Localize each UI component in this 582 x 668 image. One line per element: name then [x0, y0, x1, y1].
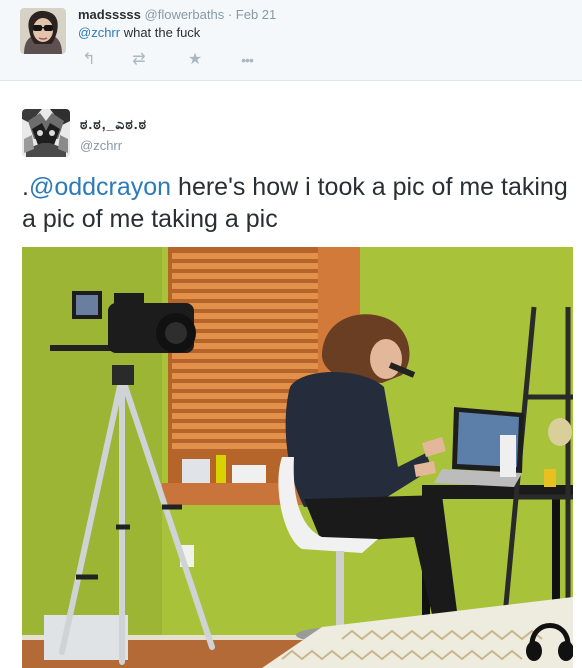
- reply-author-handle[interactable]: @flowerbaths: [145, 7, 225, 22]
- main-tweet-text: .@oddcrayon here's how i took a pic of m…: [22, 171, 570, 235]
- reply-author-avatar[interactable]: [20, 8, 66, 54]
- reply-author-name[interactable]: madsssss: [78, 7, 141, 22]
- reply-text: @zchrr what the fuck: [78, 25, 200, 40]
- main-tweet: ಠ.ಠ,_ಎಠ.ಠ @zchrr .@oddcrayon here's how …: [0, 81, 582, 668]
- main-mention-link[interactable]: @oddcrayon: [29, 173, 171, 201]
- retweet-icon[interactable]: ⇄: [128, 50, 150, 70]
- main-author-handle[interactable]: @zchrr: [80, 138, 122, 153]
- reply-tweet: madsssss @flowerbaths · Feb 21 @zchrr wh…: [0, 0, 582, 81]
- tweet-photo[interactable]: [22, 247, 573, 668]
- reply-text-body: what the fuck: [120, 25, 201, 40]
- reply-separator: ·: [227, 7, 233, 22]
- main-tweet-prefix: .: [22, 173, 29, 201]
- reply-timestamp[interactable]: Feb 21: [236, 7, 276, 22]
- reply-icon[interactable]: ↰: [78, 50, 100, 70]
- main-author-name[interactable]: ಠ.ಠ,_ಎಠ.ಠ: [80, 116, 147, 133]
- reply-mention-link[interactable]: @zchrr: [78, 25, 120, 40]
- reply-header: madsssss @flowerbaths · Feb 21: [78, 7, 276, 22]
- favorite-icon[interactable]: ★: [184, 50, 206, 70]
- more-icon[interactable]: •••: [236, 50, 258, 70]
- main-author-avatar[interactable]: [22, 109, 70, 157]
